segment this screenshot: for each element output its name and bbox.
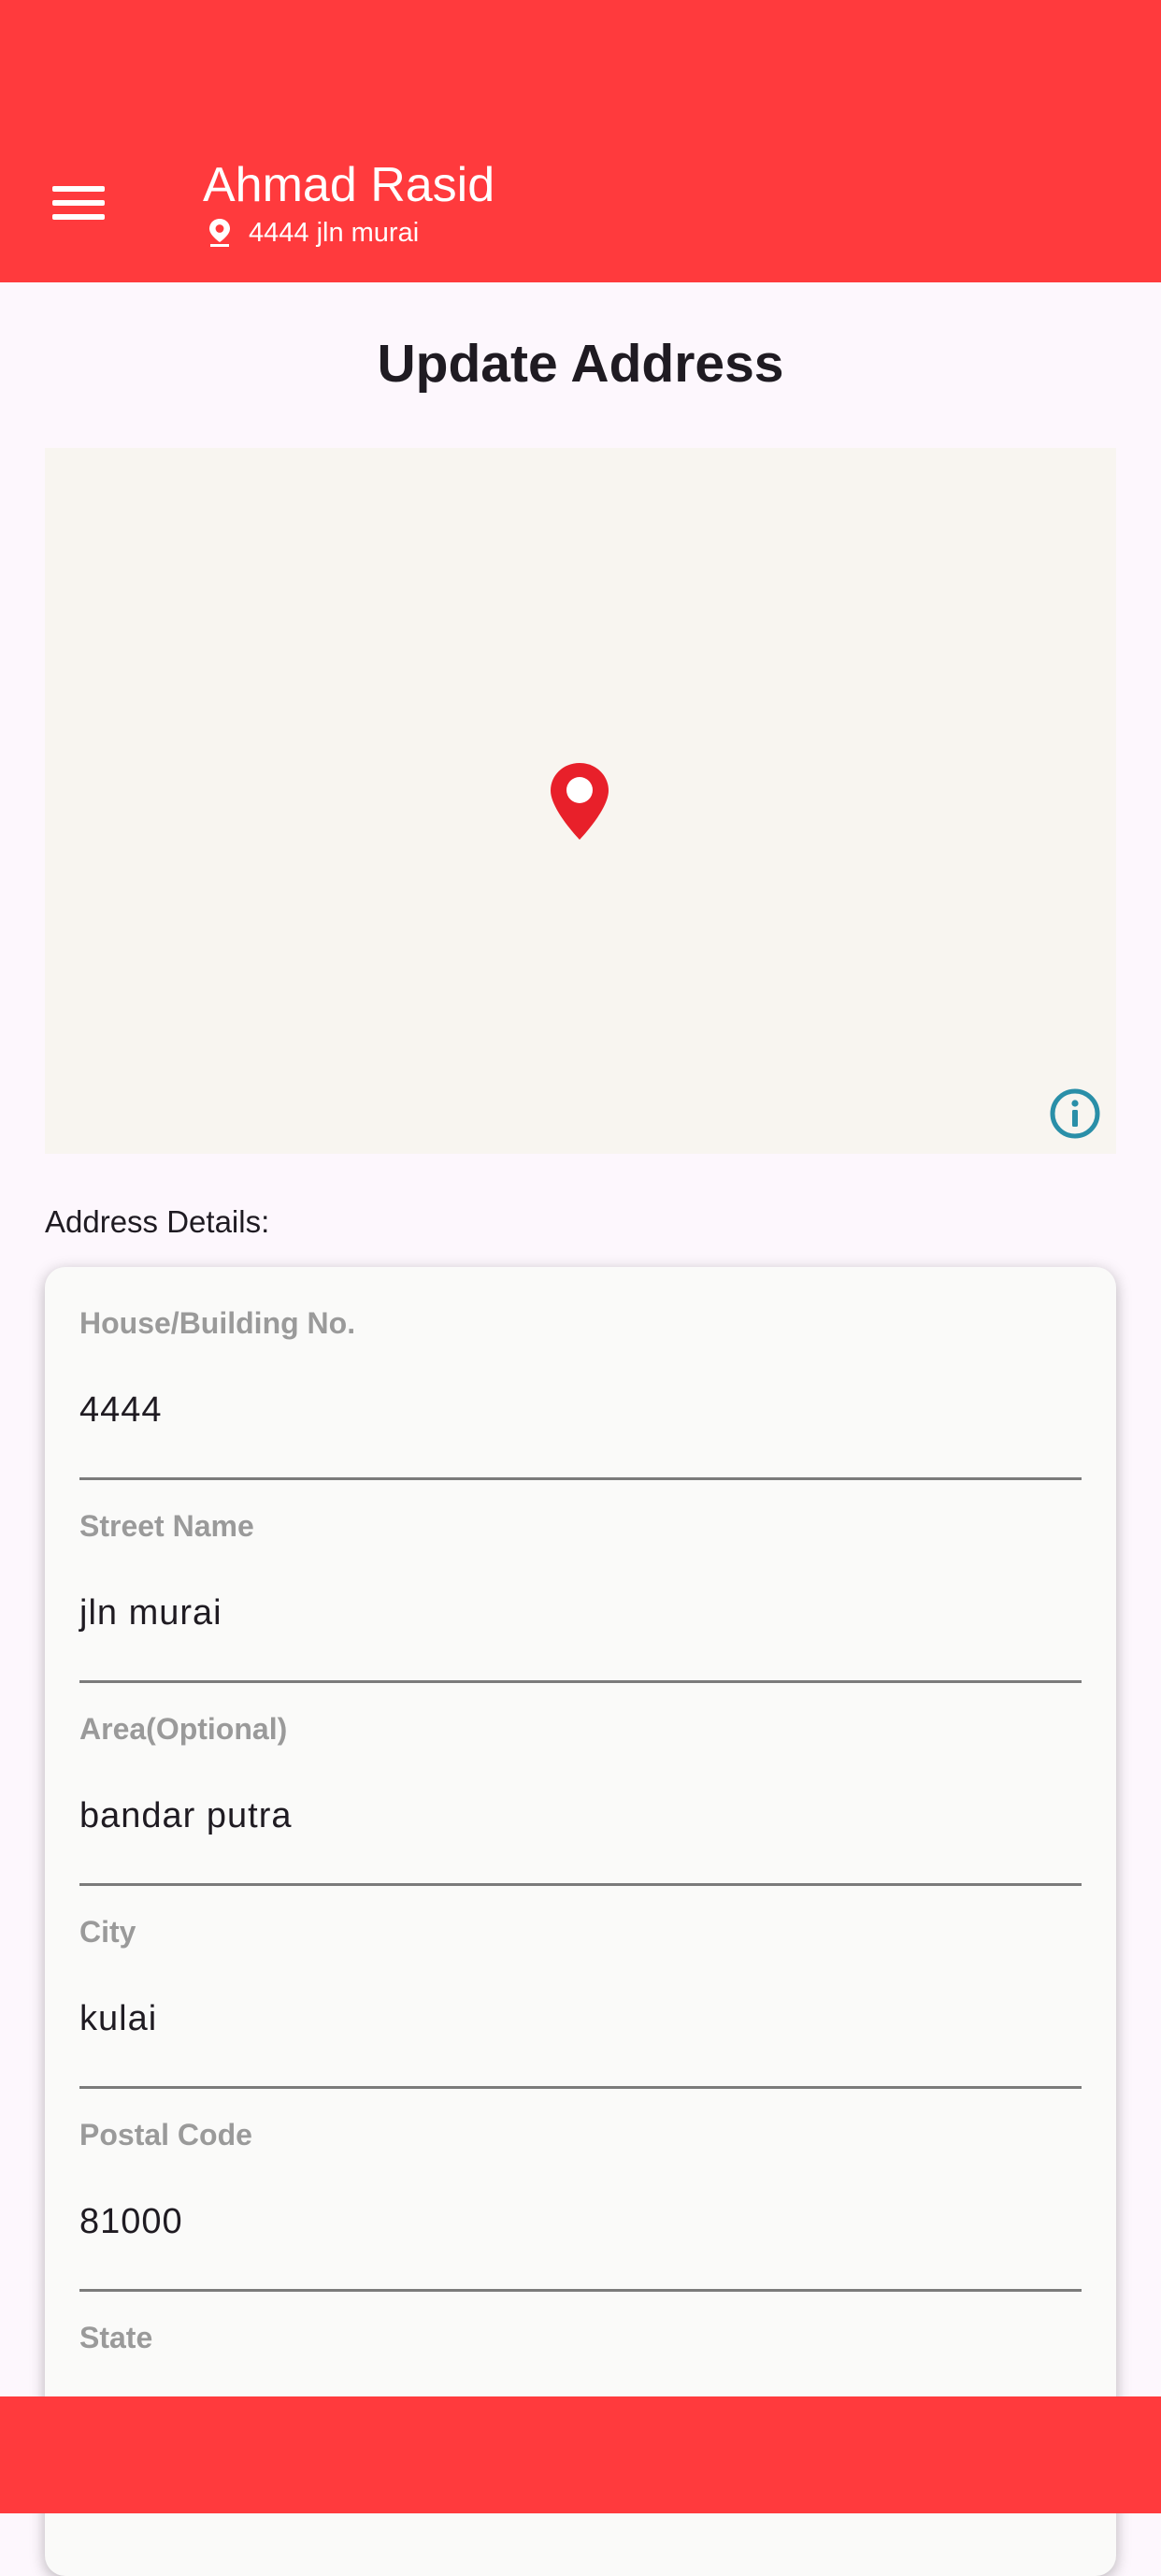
city-field[interactable]: City kulai xyxy=(79,1876,1082,2089)
bottom-bar xyxy=(0,2396,1161,2513)
area-field[interactable]: Area(Optional) bandar putra xyxy=(79,1673,1082,1886)
menu-icon-bar xyxy=(52,214,105,220)
field-label: Area(Optional) xyxy=(79,1712,288,1746)
field-label: Street Name xyxy=(79,1509,254,1543)
app-bar: Ahmad Rasid 4444 jln murai xyxy=(0,0,1161,282)
menu-icon-bar xyxy=(52,186,105,192)
map-pin-icon xyxy=(209,219,230,247)
house-building-no-input[interactable]: 4444 xyxy=(79,1390,163,1431)
menu-icon-bar xyxy=(52,200,105,206)
map-view[interactable] xyxy=(45,448,1116,1154)
map-marker-icon xyxy=(551,763,609,840)
area-input[interactable]: bandar putra xyxy=(79,1796,293,1836)
menu-button[interactable] xyxy=(47,178,112,228)
address-form-card: House/Building No. 4444 Street Name jln … xyxy=(45,1267,1116,2576)
user-name: Ahmad Rasid xyxy=(203,158,495,212)
page-title: Update Address xyxy=(377,334,784,394)
street-name-input[interactable]: jln murai xyxy=(79,1593,222,1633)
city-input[interactable]: kulai xyxy=(79,1999,157,2039)
house-building-no-field[interactable]: House/Building No. 4444 xyxy=(79,1267,1082,1480)
field-label: City xyxy=(79,1915,136,1949)
info-circle-icon[interactable] xyxy=(1049,1087,1101,1140)
field-label: House/Building No. xyxy=(79,1306,356,1340)
user-address: 4444 jln murai xyxy=(249,217,420,248)
postal-code-field[interactable]: Postal Code 81000 xyxy=(79,2079,1082,2292)
field-label: State xyxy=(79,2321,153,2354)
field-label: Postal Code xyxy=(79,2118,252,2151)
address-details-label: Address Details: xyxy=(45,1204,270,1239)
street-name-field[interactable]: Street Name jln murai xyxy=(79,1470,1082,1683)
postal-code-input[interactable]: 81000 xyxy=(79,2202,183,2242)
user-address-row: 4444 jln murai xyxy=(208,217,419,249)
